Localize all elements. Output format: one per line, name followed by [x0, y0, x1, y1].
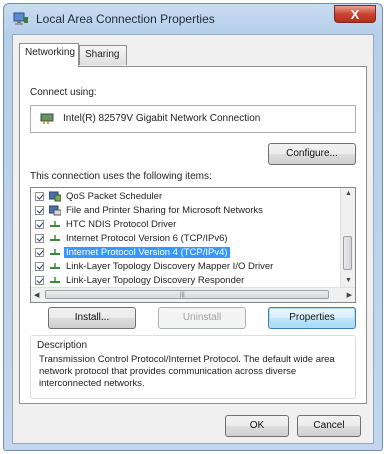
scroll-right-arrow-icon[interactable]: ▶ [347, 291, 352, 299]
file-printer-sharing-icon [49, 205, 61, 216]
adapter-name: Intel(R) 82579V Gigabit Network Connecti… [63, 113, 261, 124]
checkbox[interactable] [35, 192, 44, 201]
cancel-button[interactable]: Cancel [297, 415, 361, 437]
tab-networking[interactable]: Networking [19, 43, 79, 67]
checkbox[interactable] [35, 234, 44, 243]
list-item[interactable]: QoS Packet Scheduler [31, 190, 341, 204]
install-button[interactable]: Install... [48, 307, 136, 329]
configure-button[interactable]: Configure... [268, 143, 356, 165]
checkbox[interactable] [35, 276, 44, 285]
description-label: Description [37, 340, 88, 351]
scroll-up-arrow-icon[interactable]: ▲ [345, 190, 352, 197]
list-item-label: Link-Layer Topology Discovery Responder [66, 275, 245, 286]
protocol-icon [50, 235, 60, 241]
list-item-selected[interactable]: Internet Protocol Version 4 (TCP/IPv4) [31, 246, 341, 260]
tab-sharing[interactable]: Sharing [79, 45, 127, 65]
scroll-grip-icon: ||| [180, 292, 185, 298]
properties-window: Local Area Connection Properties X Netwo… [3, 3, 383, 451]
vertical-scrollbar[interactable]: ▲ ▼ [340, 188, 355, 288]
list-item-label: Internet Protocol Version 4 (TCP/IPv4) [64, 247, 230, 258]
connect-using-label: Connect using: [30, 87, 97, 98]
checkbox[interactable] [35, 220, 44, 229]
network-adapter-icon [40, 113, 54, 124]
list-item[interactable]: File and Printer Sharing for Microsoft N… [31, 204, 341, 218]
protocol-icon [50, 249, 60, 255]
list-item-label: QoS Packet Scheduler [66, 191, 163, 202]
uninstall-button[interactable]: Uninstall [158, 307, 246, 329]
network-connection-icon [13, 12, 28, 25]
list-item[interactable]: Link-Layer Topology Discovery Responder [31, 274, 341, 288]
list-item[interactable]: Internet Protocol Version 6 (TCP/IPv6) [31, 232, 341, 246]
checkbox[interactable] [35, 206, 44, 215]
scroll-down-arrow-icon[interactable]: ▼ [345, 277, 352, 284]
list-item[interactable]: HTC NDIS Protocol Driver [31, 218, 341, 232]
list-item-label: File and Printer Sharing for Microsoft N… [66, 205, 263, 216]
list-item-label: HTC NDIS Protocol Driver [66, 219, 177, 230]
protocol-icon [50, 277, 60, 283]
title-bar[interactable]: Local Area Connection Properties X [4, 4, 382, 34]
dialog-client-area: Networking Sharing Connect using: Intel(… [12, 34, 374, 444]
horizontal-scroll-thumb[interactable]: ||| [45, 290, 329, 299]
close-button[interactable]: X [334, 5, 376, 23]
list-item-label: Internet Protocol Version 6 (TCP/IPv6) [66, 233, 228, 244]
window-title: Local Area Connection Properties [36, 12, 215, 26]
list-item-label: Link-Layer Topology Discovery Mapper I/O… [66, 261, 274, 272]
list-item[interactable]: Link-Layer Topology Discovery Mapper I/O… [31, 260, 341, 274]
description-group: Description Transmission Control Protoco… [30, 335, 356, 399]
horizontal-scrollbar[interactable]: ◀ ||| ▶ [31, 287, 355, 302]
protocol-icon [50, 221, 60, 227]
qos-icon [49, 191, 61, 202]
items-label: This connection uses the following items… [30, 171, 212, 182]
checkbox[interactable] [35, 262, 44, 271]
description-text: Transmission Control Protocol/Internet P… [39, 354, 335, 389]
components-list[interactable]: QoS Packet Scheduler File and Printer Sh… [30, 187, 356, 303]
protocol-icon [50, 263, 60, 269]
adapter-display: Intel(R) 82579V Gigabit Network Connecti… [30, 105, 356, 133]
networking-tab-panel: Connect using: Intel(R) 82579V Gigabit N… [19, 66, 367, 404]
scroll-left-arrow-icon[interactable]: ◀ [34, 291, 39, 299]
ok-button[interactable]: OK [225, 415, 289, 437]
properties-button[interactable]: Properties [268, 307, 356, 329]
vertical-scroll-thumb[interactable] [343, 236, 352, 270]
checkbox[interactable] [35, 248, 44, 257]
